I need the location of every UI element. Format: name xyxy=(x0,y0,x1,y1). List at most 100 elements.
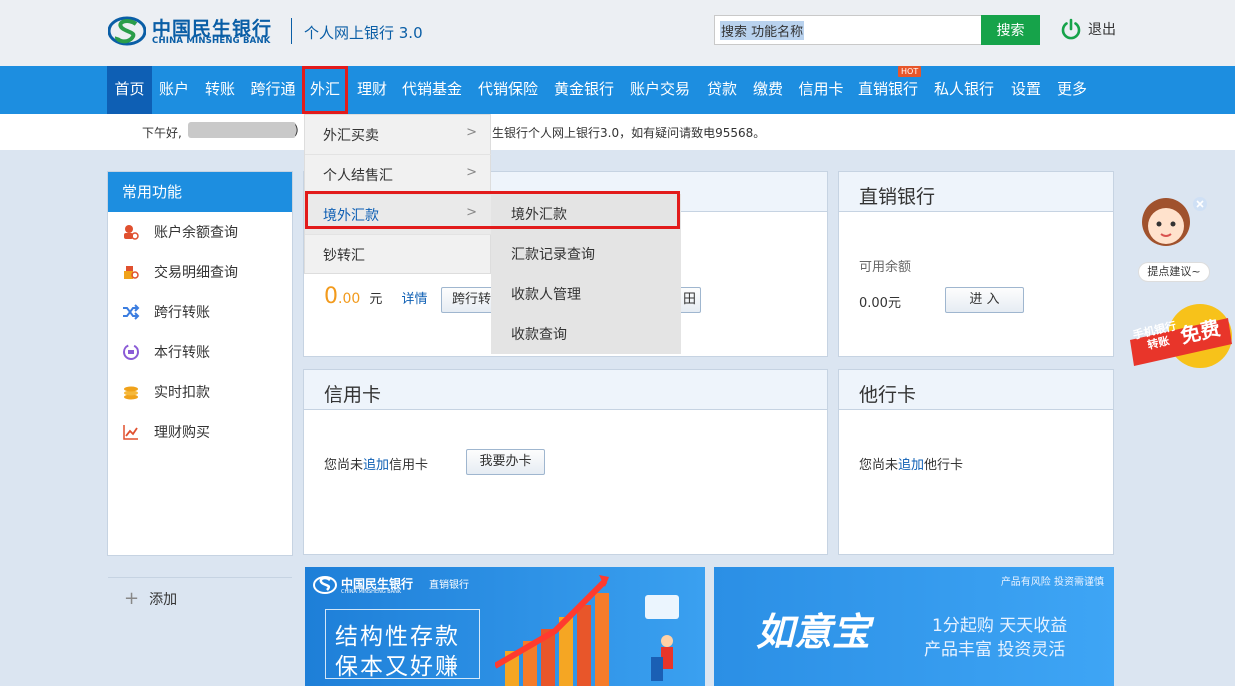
nav-item-payment[interactable]: 缴费 xyxy=(746,66,790,114)
account-balance: 0.00 元 详情 xyxy=(324,284,427,309)
banner-direct-tag: 直销银行 xyxy=(429,580,469,591)
banner-structured-deposit[interactable]: 中国民生银行 CHINA MINSHENG BANK 直销银行 结构性存款 保本… xyxy=(305,567,705,686)
sidebar-item-local-transfer[interactable]: 本行转账 xyxy=(122,342,210,362)
main-nav: 首页 账户 转账 跨行通 外汇 理财 代销基金 代销保险 黄金银行 账户交易 贷… xyxy=(0,66,1235,114)
direct-bank-panel: 直销银行 可用余额 0.00元 进 入 xyxy=(838,171,1114,357)
nav-item-private-bank[interactable]: 私人银行 xyxy=(928,66,1000,114)
sidebar-item-cross-transfer[interactable]: 跨行转账 xyxy=(122,302,210,322)
nav-item-settings[interactable]: 设置 xyxy=(1004,66,1048,114)
other-bank-text-after: 他行卡 xyxy=(924,458,964,473)
submenu-item-payee-management[interactable]: 收款人管理 xyxy=(491,274,681,314)
sidebar-item-label: 跨行转账 xyxy=(154,305,210,321)
sidebar-item-label: 本行转账 xyxy=(154,345,210,361)
product-name: 个人网上银行 3.0 xyxy=(304,24,423,42)
sidebar-item-label: 实时扣款 xyxy=(154,385,210,401)
shuffle-icon xyxy=(123,304,140,320)
welcome-bar: 下午好, ) 生银行个人网上银行3.0，如有疑问请致电95568。 xyxy=(0,114,1235,150)
nav-item-forex[interactable]: 外汇 xyxy=(302,66,348,114)
chevron-right-icon: > xyxy=(466,125,477,140)
mobile-transfer-free-badge[interactable]: 手机银行 转账 免费 xyxy=(1128,300,1235,370)
nav-item-transfer[interactable]: 转账 xyxy=(198,66,242,114)
nav-item-direct-bank[interactable]: 直销银行 HOT xyxy=(852,66,924,114)
banner-bank-name-en: CHINA MINSHENG BANK xyxy=(341,589,402,595)
transfer-cycle-icon xyxy=(123,344,139,360)
chevron-right-icon: > xyxy=(466,205,477,220)
power-icon xyxy=(1061,18,1081,40)
nav-item-wealth[interactable]: 理财 xyxy=(350,66,394,114)
banner-line2: 保本又好赚 xyxy=(335,654,460,680)
nav-item-more[interactable]: 更多 xyxy=(1050,66,1094,114)
suggestion-label: 提点建议~ xyxy=(1138,262,1210,282)
credit-card-title: 信用卡 xyxy=(304,370,827,410)
banner-ruyibao[interactable]: 产品有风险 投资需谨慎 如意宝 1分起购 天天收益 产品丰富 投资灵活 xyxy=(714,567,1114,686)
banner-line1: 结构性存款 xyxy=(335,624,460,650)
account-action-button[interactable]: 田 xyxy=(678,287,701,313)
sidebar-item-deduction[interactable]: 实时扣款 xyxy=(122,382,210,402)
nav-item-loan[interactable]: 贷款 xyxy=(700,66,744,114)
bank-name-en: CHINA MINSHENG BANK xyxy=(152,36,271,46)
direct-bank-title: 直销银行 xyxy=(839,172,1113,212)
sidebar-item-label: 账户余额查询 xyxy=(154,225,238,241)
sidebar-item-balance[interactable]: 账户余额查询 xyxy=(122,222,238,242)
available-balance-label: 可用余额 xyxy=(859,260,912,275)
hot-badge: HOT xyxy=(898,66,922,77)
credit-card-add-link[interactable]: 追加 xyxy=(363,458,389,473)
balance-detail-link[interactable]: 详情 xyxy=(401,292,427,307)
logout-label: 退出 xyxy=(1088,22,1116,38)
menu-item-label: 钞转汇 xyxy=(323,248,365,264)
balance-integer: 0 xyxy=(324,284,338,309)
chart-trend-icon xyxy=(123,425,138,440)
coins-icon xyxy=(124,386,138,400)
forex-dropdown-menu: 外汇买卖 > 个人结售汇 > 境外汇款 > 钞转汇 xyxy=(304,114,491,274)
sidebar-common-functions: 常用功能 账户余额查询 交易明细查询 跨行转账 本行转账 实时扣款 理财购买 +… xyxy=(107,171,293,609)
menu-item-label: 个人结售汇 xyxy=(323,168,393,184)
sidebar-add-button[interactable]: + 添加 xyxy=(108,577,292,619)
logout-button[interactable]: 退出 xyxy=(1060,16,1116,42)
nav-item-insurance[interactable]: 代销保险 xyxy=(472,66,544,114)
nav-item-funds[interactable]: 代销基金 xyxy=(396,66,468,114)
sidebar-item-transactions[interactable]: 交易明细查询 xyxy=(122,262,238,282)
submenu-item-overseas-remittance[interactable]: 境外汇款 xyxy=(491,194,681,234)
apply-card-button[interactable]: 我要办卡 xyxy=(466,449,545,475)
balance-unit: 元 xyxy=(369,292,383,307)
sidebar-item-label: 理财购买 xyxy=(154,425,210,441)
sidebar-item-wealth-buy[interactable]: 理财购买 xyxy=(122,422,210,442)
chevron-right-icon: > xyxy=(466,165,477,180)
banner-risk-notice: 产品有风险 投资需谨慎 xyxy=(1000,577,1104,588)
available-balance-value: 0.00元 xyxy=(859,296,901,311)
nav-item-direct-bank-label: 直销银行 xyxy=(857,80,918,98)
nav-item-account-trade[interactable]: 账户交易 xyxy=(624,66,696,114)
submenu-item-remittance-records[interactable]: 汇款记录查询 xyxy=(491,234,681,274)
banner-right-line1: 1分起购 天天收益 xyxy=(932,616,1068,636)
balance-search-icon xyxy=(124,225,139,240)
credit-card-message: 您尚未追加信用卡 xyxy=(324,454,428,473)
submenu-item-receipt-query[interactable]: 收款查询 xyxy=(491,314,681,354)
other-bank-card-panel: 他行卡 您尚未追加他行卡 xyxy=(838,369,1114,555)
sidebar-item-label: 交易明细查询 xyxy=(154,265,238,281)
other-bank-text-before: 您尚未 xyxy=(859,458,899,473)
enter-direct-bank-button[interactable]: 进 入 xyxy=(945,287,1024,313)
nav-item-credit-card[interactable]: 信用卡 xyxy=(792,66,850,114)
menu-item-fx-settlement[interactable]: 个人结售汇 > xyxy=(305,155,491,195)
logo-divider xyxy=(291,18,292,44)
nav-item-gold[interactable]: 黄金银行 xyxy=(548,66,620,114)
other-bank-add-link[interactable]: 追加 xyxy=(898,458,924,473)
menu-item-cash-to-remit[interactable]: 钞转汇 xyxy=(305,235,491,275)
search-input-value: 搜索 功能名称 xyxy=(720,21,805,40)
greeting: 下午好, xyxy=(142,126,182,140)
top-header: 中国民生银行 CHINA MINSHENG BANK 个人网上银行 3.0 搜索… xyxy=(0,0,1235,66)
menu-item-overseas-remittance[interactable]: 境外汇款 > xyxy=(305,195,491,235)
feedback-assistant[interactable]: 提点建议~ xyxy=(1136,190,1216,285)
nav-item-account[interactable]: 账户 xyxy=(152,66,196,114)
other-bank-message: 您尚未追加他行卡 xyxy=(859,454,963,473)
nav-item-home[interactable]: 首页 xyxy=(107,66,152,114)
plus-icon: + xyxy=(124,588,140,609)
menu-item-fx-trade[interactable]: 外汇买卖 > xyxy=(305,115,491,155)
nav-item-cross-bank[interactable]: 跨行通 xyxy=(244,66,302,114)
paren-close: ) xyxy=(294,123,299,137)
search-button[interactable]: 搜索 xyxy=(981,15,1040,45)
banner-brand: 如意宝 xyxy=(756,610,871,654)
balance-decimal: .00 xyxy=(338,291,361,307)
cross-transfer-button[interactable]: 跨行转 xyxy=(441,287,493,313)
banner-right-line2: 产品丰富 投资灵活 xyxy=(924,640,1066,660)
